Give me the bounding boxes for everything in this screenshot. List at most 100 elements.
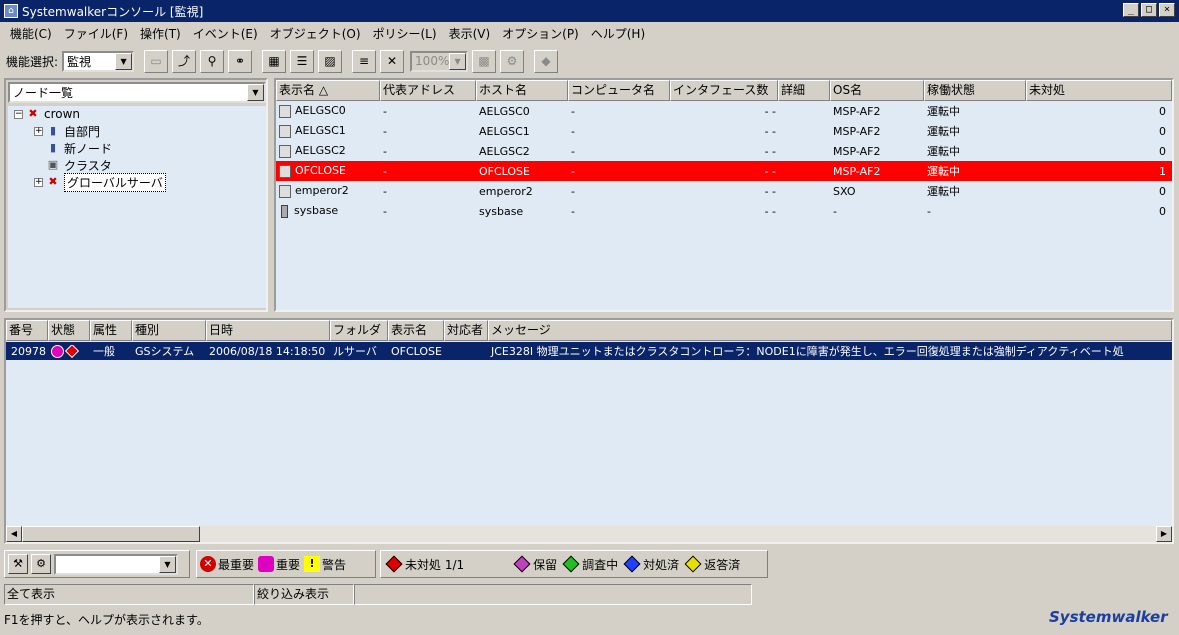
chevron-down-icon[interactable]: ▼ xyxy=(159,555,176,573)
open-folder-icon[interactable]: ▭ xyxy=(144,49,169,73)
event-display-name: OFCLOSE xyxy=(391,344,442,358)
col-attribute[interactable]: 属性 xyxy=(90,320,132,341)
function-select[interactable]: 監視 ▼ xyxy=(62,50,135,72)
col-interfaces[interactable]: インタフェース数 xyxy=(670,80,778,101)
chart-view-icon[interactable]: ▨ xyxy=(318,49,343,73)
filter-edit-icon[interactable]: ⚒ xyxy=(8,554,28,574)
minimize-button[interactable]: _ xyxy=(1123,3,1139,17)
table-cell: 運転中 xyxy=(924,163,1026,179)
col-host[interactable]: ホスト名 xyxy=(476,80,568,101)
cell-text: - xyxy=(571,124,575,138)
tree-item-global-server[interactable]: + ✖ グローバルサーバ xyxy=(34,172,166,192)
tree-item-new-node[interactable]: ▮ 新ノード xyxy=(46,140,112,156)
chevron-down-icon[interactable]: ▼ xyxy=(115,52,133,70)
table-row[interactable]: AELGSC0 - AELGSC0 - - - MSP-AF2 運転中 0 xyxy=(276,101,1172,121)
severity-warning[interactable]: 警告 xyxy=(322,556,346,573)
search-node-icon[interactable]: ⚲ xyxy=(200,49,225,73)
col-event-display-name[interactable]: 表示名 xyxy=(388,320,444,341)
col-folder[interactable]: フォルダ xyxy=(330,320,388,341)
col-computer[interactable]: コンピュータ名 xyxy=(568,80,670,101)
col-responder[interactable]: 対応者 xyxy=(444,320,488,341)
event-row[interactable]: 20978 一般 GSシステム 2006/08/18 14:18:50 ルサーバ… xyxy=(6,342,1172,360)
maximize-button[interactable]: □ xyxy=(1141,3,1157,17)
chevron-down-icon[interactable]: ▼ xyxy=(247,84,264,101)
severity-important[interactable]: 重要 xyxy=(276,556,300,573)
important-icon[interactable] xyxy=(258,556,275,572)
severity-critical[interactable]: 最重要 xyxy=(218,556,254,573)
menu-event[interactable]: イベント(E) xyxy=(187,25,264,42)
col-number[interactable]: 番号 xyxy=(6,320,48,341)
gear-icon[interactable]: ⚙ xyxy=(500,49,525,73)
scroll-right-icon[interactable]: ▶ xyxy=(1156,526,1172,542)
cell-text: 運転中 xyxy=(927,105,960,118)
tree-view-select[interactable]: ノード一覧 ▼ xyxy=(8,82,266,103)
event-delete-icon[interactable]: ✕ xyxy=(380,49,405,73)
pin-icon[interactable]: ◆ xyxy=(534,49,559,73)
scroll-thumb[interactable] xyxy=(22,526,200,542)
close-button[interactable]: × xyxy=(1159,3,1175,17)
replied-icon[interactable] xyxy=(684,555,702,573)
expand-icon[interactable]: + xyxy=(34,126,43,136)
table-row[interactable]: OFCLOSE - OFCLOSE - - - MSP-AF2 運転中 1 xyxy=(276,161,1172,181)
col-os[interactable]: OS名 xyxy=(830,80,924,101)
list-view-icon[interactable]: ☰ xyxy=(290,49,315,73)
window-title: Systemwalkerコンソール [監視] xyxy=(22,4,204,19)
event-list-icon[interactable]: ≡ xyxy=(352,49,377,73)
filter-select[interactable]: ▼ xyxy=(54,553,178,575)
col-unhandled[interactable]: 未対処 xyxy=(1026,80,1172,101)
col-address[interactable]: 代表アドレス xyxy=(380,80,476,101)
table-row[interactable]: AELGSC2 - AELGSC2 - - - MSP-AF2 運転中 0 xyxy=(276,141,1172,161)
col-message[interactable]: メッセージ xyxy=(488,320,1172,341)
status-replied[interactable]: 返答済 xyxy=(704,556,740,573)
zoom-value: 100% xyxy=(415,54,450,68)
status-investigating[interactable]: 調査中 xyxy=(582,556,618,573)
unhandled-icon[interactable] xyxy=(385,555,403,573)
menu-operation[interactable]: 操作(T) xyxy=(134,25,187,42)
col-type[interactable]: 種別 xyxy=(132,320,206,341)
table-cell: 運転中 xyxy=(924,103,1026,119)
menu-policy[interactable]: ポリシー(L) xyxy=(367,25,443,42)
tree-view-value: ノード一覧 xyxy=(13,86,74,100)
col-status[interactable]: 稼働状態 xyxy=(924,80,1026,101)
tree-root[interactable]: − ✖ crown xyxy=(14,106,80,122)
event-state xyxy=(48,344,90,358)
node-list-pane: 表示名 △ 代表アドレス ホスト名 コンピュータ名 インタフェース数 詳細 OS… xyxy=(274,78,1174,312)
menu-help[interactable]: ヘルプ(H) xyxy=(585,25,651,42)
menu-file[interactable]: ファイル(F) xyxy=(58,25,134,42)
collapse-icon[interactable]: − xyxy=(14,109,23,119)
map-view-icon[interactable]: ▦ xyxy=(262,49,287,73)
menu-object[interactable]: オブジェクト(O) xyxy=(264,25,367,42)
table-cell: - xyxy=(830,205,924,218)
app-icon[interactable]: ⌂ xyxy=(4,4,18,18)
menu-view[interactable]: 表示(V) xyxy=(443,25,497,42)
resolved-icon[interactable] xyxy=(623,555,641,573)
col-display-name[interactable]: 表示名 △ xyxy=(276,80,380,101)
expand-icon[interactable]: + xyxy=(34,177,43,187)
col-state[interactable]: 状態 xyxy=(48,320,90,341)
investigating-icon[interactable] xyxy=(562,555,580,573)
menu-function[interactable]: 機能(C) xyxy=(4,25,58,42)
warning-icon[interactable]: ! xyxy=(304,556,321,572)
chevron-down-icon[interactable]: ▼ xyxy=(449,52,467,70)
menu-option[interactable]: オプション(P) xyxy=(496,25,585,42)
col-detail[interactable]: 詳細 xyxy=(778,80,830,101)
tree-item-cluster[interactable]: ▣ クラスタ xyxy=(46,157,112,173)
table-row[interactable]: emperor2 - emperor2 - - - SXO 運転中 0 xyxy=(276,181,1172,201)
scroll-left-icon[interactable]: ◀ xyxy=(6,526,22,542)
status-unhandled[interactable]: 未対処 1/1 xyxy=(405,556,464,573)
tree-item-own-department[interactable]: + ▮ 自部門 xyxy=(34,123,100,139)
hold-icon[interactable] xyxy=(513,555,531,573)
col-datetime[interactable]: 日時 xyxy=(206,320,330,341)
status-resolved[interactable]: 対処済 xyxy=(643,556,679,573)
critical-icon[interactable]: ✕ xyxy=(200,556,216,572)
up-folder-icon[interactable]: ⤴ xyxy=(172,49,197,73)
status-hold[interactable]: 保留 xyxy=(533,556,557,573)
table-row[interactable]: AELGSC1 - AELGSC1 - - - MSP-AF2 運転中 0 xyxy=(276,121,1172,141)
binoculars-icon[interactable]: ⚭ xyxy=(228,49,253,73)
zoom-select[interactable]: 100% ▼ xyxy=(410,50,469,72)
filter-settings-icon[interactable]: ⚙ xyxy=(31,554,51,574)
horizontal-scrollbar[interactable]: ◀ ▶ xyxy=(6,526,1172,542)
menu-bar: 機能(C) ファイル(F) 操作(T) イベント(E) オブジェクト(O) ポリ… xyxy=(0,23,1179,43)
grid-icon[interactable]: ▩ xyxy=(472,49,497,73)
table-row[interactable]: sysbase - sysbase - - - - - 0 xyxy=(276,201,1172,221)
